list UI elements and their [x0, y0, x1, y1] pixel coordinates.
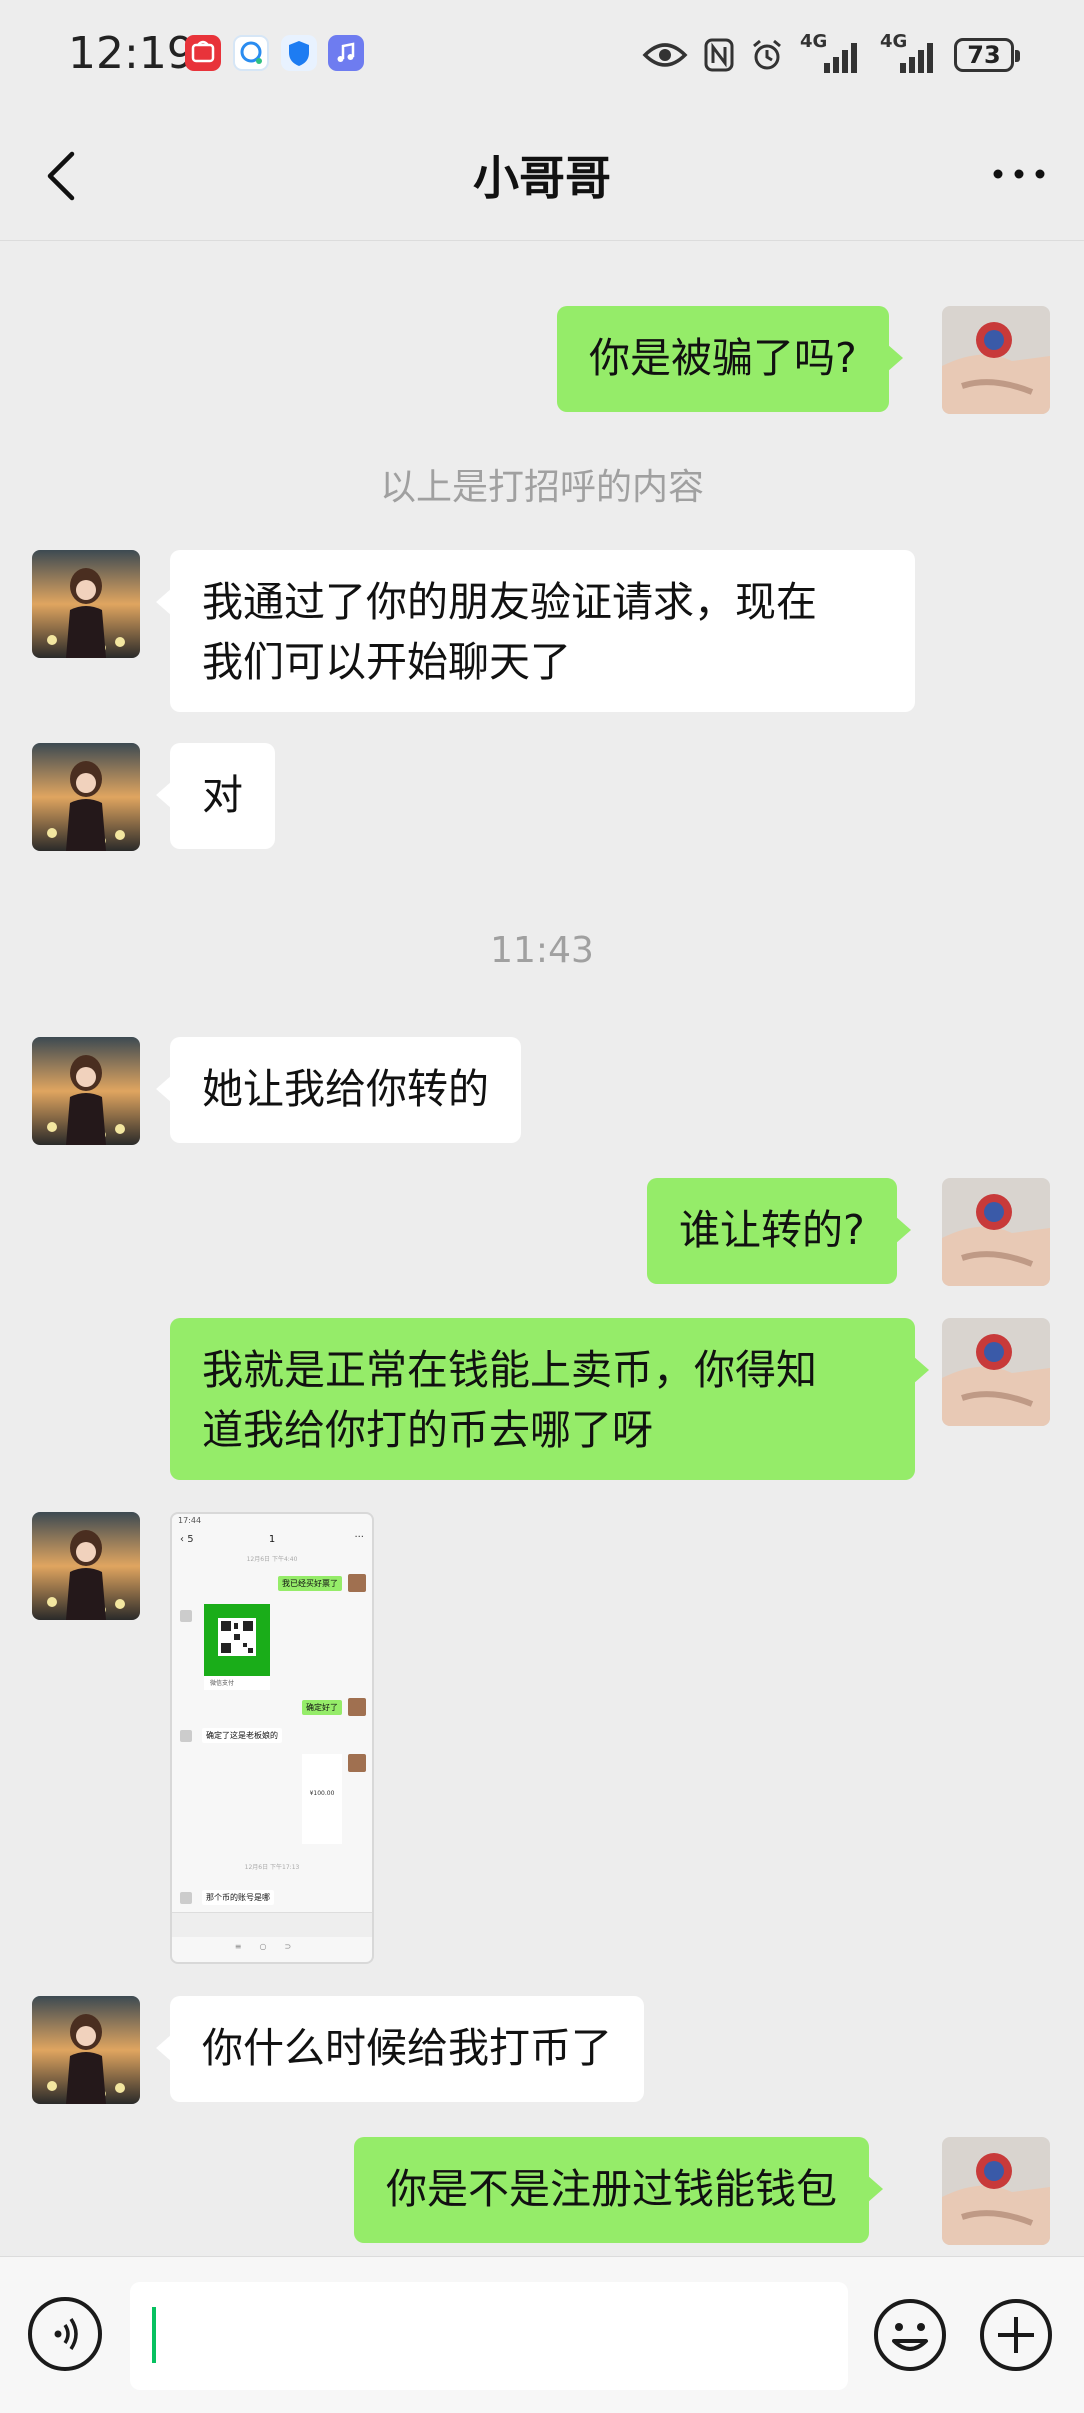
shot-transfer-card: ¥100.00 — [302, 1754, 342, 1844]
message-bubble-outgoing[interactable]: 你是不是注册过钱能钱包 — [354, 2137, 883, 2243]
shot-avatar — [180, 1892, 192, 1904]
contact-avatar[interactable] — [32, 1037, 140, 1145]
shot-payment-card: 微信支付 — [204, 1604, 270, 1690]
shot-avatar — [348, 1574, 366, 1592]
screenshot-image[interactable]: 17:44 ‹ 5 1 ··· 12月6日 下午4:40 我已经买好票了 微信支… — [170, 1512, 374, 1964]
chat-header: 小哥哥 — [0, 110, 1084, 241]
message-bubble-incoming[interactable]: 对 — [156, 743, 275, 849]
status-time: 12:19 — [68, 28, 195, 79]
voice-icon — [54, 2318, 78, 2350]
shot-avatar — [180, 1610, 192, 1622]
shield-app-icon — [281, 35, 317, 71]
status-bar: 12:19 4G 4G 73 — [0, 0, 1084, 110]
add-more-icon[interactable] — [978, 2297, 1054, 2373]
shot-avatar — [180, 1730, 192, 1742]
message-bubble-incoming[interactable]: 她让我给你转的 — [156, 1037, 521, 1143]
signal-2: 4G — [880, 31, 938, 75]
shot-pay-label: 微信支付 — [210, 1680, 235, 1687]
music-app-icon — [328, 35, 364, 71]
battery-level: 73 — [967, 41, 1001, 69]
message-bubble-outgoing[interactable]: 谁让转的? — [647, 1178, 911, 1284]
input-bar — [0, 2256, 1084, 2413]
shot-message: 我已经买好票了 — [278, 1576, 342, 1591]
shot-input-bar — [172, 1912, 372, 1937]
chat-app-icon — [233, 35, 269, 71]
emoji-icon[interactable] — [872, 2297, 948, 2373]
status-indicators: 4G 4G 73 — [642, 30, 1020, 80]
shot-timestamp: 12月6日 下午4:40 — [246, 1556, 298, 1563]
shot-message: 确定了这是老板娘的 — [202, 1728, 282, 1743]
shot-message: 确定好了 — [302, 1700, 342, 1715]
battery-indicator: 73 — [954, 38, 1020, 72]
message-bubble-incoming[interactable]: 我通过了你的朋友验证请求，现在 我们可以开始聊天了 — [156, 550, 915, 712]
message-bubble-outgoing[interactable]: 你是被骗了吗? — [557, 306, 903, 412]
qr-code-icon — [218, 1618, 256, 1656]
shot-avatar — [348, 1754, 366, 1772]
voice-input-button[interactable] — [28, 2297, 102, 2371]
message-bubble-incoming[interactable]: 你什么时候给我打币了 — [156, 1996, 644, 2102]
system-notice: 以上是打招呼的内容 — [379, 467, 704, 508]
signal-bars-icon — [824, 43, 857, 73]
shot-nav-bar: ≡○⊃ — [234, 1942, 310, 1951]
more-options-icon[interactable] — [984, 154, 1054, 194]
signal-bars-icon — [900, 43, 933, 73]
message-input[interactable] — [130, 2282, 848, 2390]
text-cursor — [152, 2307, 156, 2363]
shot-title: 1 — [268, 1534, 276, 1545]
timestamp-divider: 11:43 — [490, 930, 594, 971]
shot-message: 那个币的账号是哪 — [202, 1890, 274, 1905]
huawei-store-icon — [185, 35, 221, 71]
signal-1: 4G — [800, 31, 864, 75]
shot-time: 17:44 — [178, 1516, 202, 1525]
message-bubble-outgoing[interactable]: 我就是正常在钱能上卖币，你得知 道我给你打的币去哪了呀 — [170, 1318, 929, 1480]
my-avatar[interactable] — [942, 2137, 1050, 2245]
my-avatar[interactable] — [942, 306, 1050, 414]
chat-title: 小哥哥 — [473, 151, 611, 205]
alarm-icon — [753, 39, 781, 70]
shot-amount: ¥100.00 — [309, 1790, 335, 1797]
eye-icon — [642, 43, 688, 67]
shot-avatar — [348, 1698, 366, 1716]
contact-avatar[interactable] — [32, 1996, 140, 2104]
contact-avatar[interactable] — [32, 743, 140, 851]
nfc-icon — [704, 38, 734, 72]
contact-avatar[interactable] — [32, 550, 140, 658]
my-avatar[interactable] — [942, 1178, 1050, 1286]
shot-more-icon: ··· — [354, 1532, 364, 1543]
contact-avatar[interactable] — [32, 1512, 140, 1620]
my-avatar[interactable] — [942, 1318, 1050, 1426]
shot-timestamp: 12月6日 下午17:13 — [244, 1864, 300, 1871]
